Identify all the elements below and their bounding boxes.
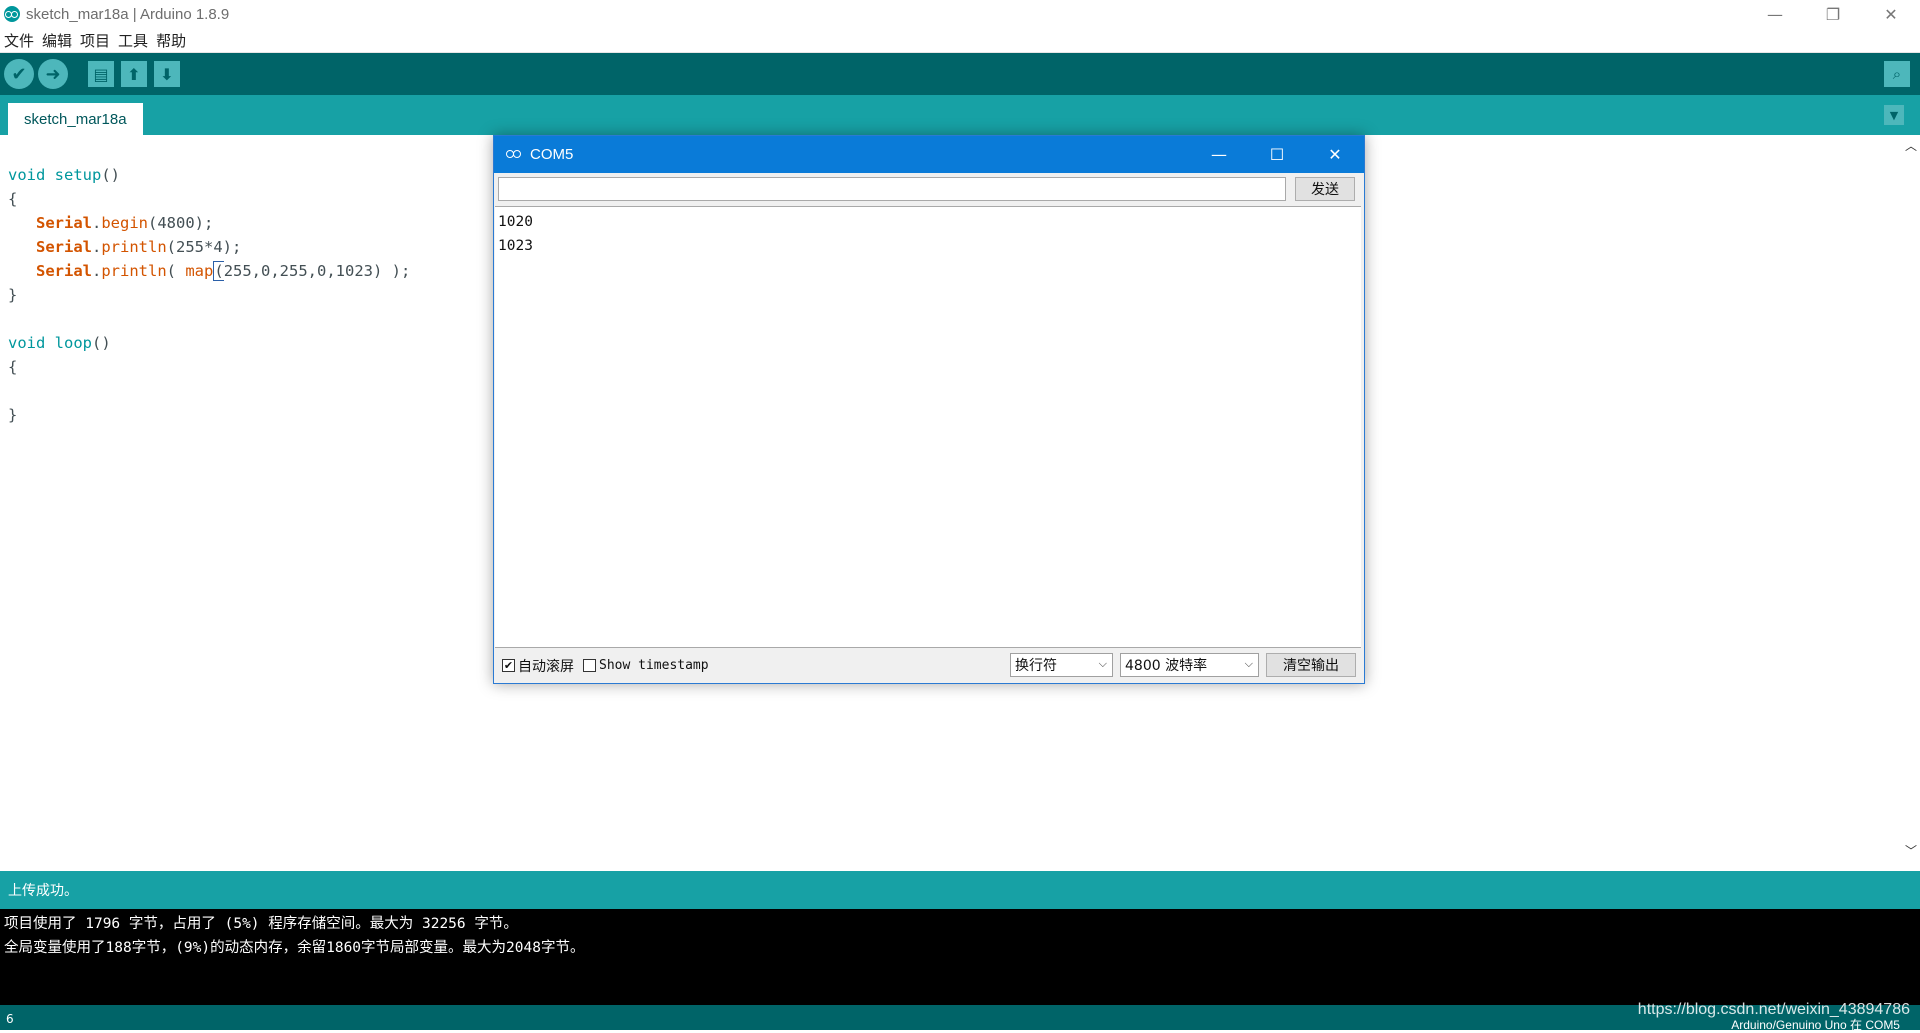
autoscroll-checkbox[interactable]: ✔ xyxy=(502,659,515,672)
code-line: { xyxy=(8,358,18,376)
code-line: Serial.println( map(255,0,255,0,1023) ); xyxy=(36,261,411,281)
upload-button[interactable]: ➜ xyxy=(38,59,68,89)
line-number: 6 xyxy=(6,1012,14,1026)
new-file-icon: ▤ xyxy=(93,64,109,84)
editor-scrollbar[interactable]: ︿ ﹀ xyxy=(1904,135,1920,865)
serial-monitor-titlebar: COM5 — ☐ ✕ xyxy=(494,136,1364,173)
line-ending-select[interactable]: 换行符 ⌵ xyxy=(1010,653,1113,677)
code-line: Serial.println(255*4); xyxy=(36,238,242,256)
serial-monitor-button[interactable]: ⌕ xyxy=(1884,61,1910,87)
timestamp-checkbox[interactable] xyxy=(583,659,596,672)
window-titlebar: sketch_mar18a | Arduino 1.8.9 — ❐ ✕ xyxy=(0,0,1920,28)
menu-tools[interactable]: 工具 xyxy=(114,30,152,51)
menu-help[interactable]: 帮助 xyxy=(152,30,190,51)
serial-output[interactable]: 1020 1023 xyxy=(495,206,1361,648)
menu-sketch[interactable]: 项目 xyxy=(76,30,114,51)
tab-bar: sketch_mar18a ▼ xyxy=(0,95,1920,135)
verify-button[interactable]: ✔ xyxy=(4,59,34,89)
open-arrow-up-icon: ⬆ xyxy=(127,64,141,84)
serial-close-button[interactable]: ✕ xyxy=(1306,136,1364,173)
code-line: void setup() xyxy=(8,166,121,184)
status-message: 上传成功。 xyxy=(8,883,78,899)
code-text[interactable]: void setup() { Serial.begin(4800); Seria… xyxy=(8,163,410,427)
serial-send-input[interactable] xyxy=(498,177,1286,201)
code-line: } xyxy=(8,406,18,424)
chevron-down-icon: ▼ xyxy=(1889,108,1899,122)
arduino-logo-icon xyxy=(4,6,20,22)
open-button[interactable]: ⬆ xyxy=(121,61,147,87)
console-output[interactable]: 项目使用了 1796 字节，占用了 (5%) 程序存储空间。最大为 32256 … xyxy=(0,909,1920,1005)
watermark: https://blog.csdn.net/weixin_43894786 xyxy=(1637,1001,1910,1018)
serial-maximize-button[interactable]: ☐ xyxy=(1248,136,1306,173)
arduino-logo-icon xyxy=(506,149,522,160)
output-line: 1023 xyxy=(498,238,533,254)
baud-rate-select[interactable]: 4800 波特率 ⌵ xyxy=(1120,653,1259,677)
restore-button[interactable]: ❐ xyxy=(1804,0,1862,28)
minimize-button[interactable]: — xyxy=(1746,0,1804,28)
chevron-down-icon: ⌵ xyxy=(1244,657,1253,670)
serial-minimize-button[interactable]: — xyxy=(1190,136,1248,173)
console-line: 全局变量使用了188字节，(9%)的动态内存，余留1860字节局部变量。最大为2… xyxy=(4,940,585,956)
window-title: sketch_mar18a | Arduino 1.8.9 xyxy=(26,5,230,23)
code-line: } xyxy=(8,286,18,304)
clear-output-button[interactable]: 清空输出 xyxy=(1266,653,1356,677)
send-button[interactable]: 发送 xyxy=(1295,177,1355,201)
output-line: 1020 xyxy=(498,214,533,230)
serial-bottom-bar: ✔ 自动滚屏 Show timestamp 换行符 ⌵ 4800 波特率 ⌵ 清… xyxy=(494,649,1362,682)
console-line: 项目使用了 1796 字节，占用了 (5%) 程序存储空间。最大为 32256 … xyxy=(4,916,518,932)
line-ending-value: 换行符 xyxy=(1015,658,1057,674)
autoscroll-label: 自动滚屏 xyxy=(518,658,574,675)
magnifier-icon: ⌕ xyxy=(1892,65,1902,83)
menu-edit[interactable]: 编辑 xyxy=(38,30,76,51)
code-line: Serial.begin(4800); xyxy=(36,214,214,232)
status-bar: 上传成功。 xyxy=(0,871,1920,909)
close-button[interactable]: ✕ xyxy=(1862,0,1920,28)
timestamp-label: Show timestamp xyxy=(599,658,709,673)
serial-window-controls: — ☐ ✕ xyxy=(1190,136,1364,173)
code-line: { xyxy=(8,190,18,208)
arrow-right-icon: ➜ xyxy=(45,63,61,85)
menu-bar: 文件 编辑 项目 工具 帮助 xyxy=(0,28,1920,53)
serial-monitor-window: COM5 — ☐ ✕ 发送 1020 1023 ✔ 自动滚屏 Show time… xyxy=(493,135,1365,684)
check-icon: ✔ xyxy=(11,63,27,85)
save-button[interactable]: ⬇ xyxy=(154,61,180,87)
new-button[interactable]: ▤ xyxy=(88,61,114,87)
footer-bar: 6 Arduino/Genuino Uno 在 COM5 xyxy=(0,1005,1920,1032)
scroll-up-icon[interactable]: ︿ xyxy=(1905,137,1917,154)
toolbar: ✔ ➜ ▤ ⬆ ⬇ ⌕ xyxy=(0,53,1920,95)
save-arrow-down-icon: ⬇ xyxy=(160,64,174,84)
serial-monitor-title: COM5 xyxy=(530,146,574,163)
tab-sketch[interactable]: sketch_mar18a xyxy=(8,103,143,135)
baud-rate-value: 4800 波特率 xyxy=(1125,658,1208,674)
code-line: void loop() xyxy=(8,334,111,352)
menu-file[interactable]: 文件 xyxy=(0,30,38,51)
chevron-down-icon: ⌵ xyxy=(1098,657,1107,670)
tab-menu-button[interactable]: ▼ xyxy=(1884,105,1904,125)
window-controls: — ❐ ✕ xyxy=(1746,0,1920,28)
scroll-down-icon[interactable]: ﹀ xyxy=(1905,842,1917,859)
